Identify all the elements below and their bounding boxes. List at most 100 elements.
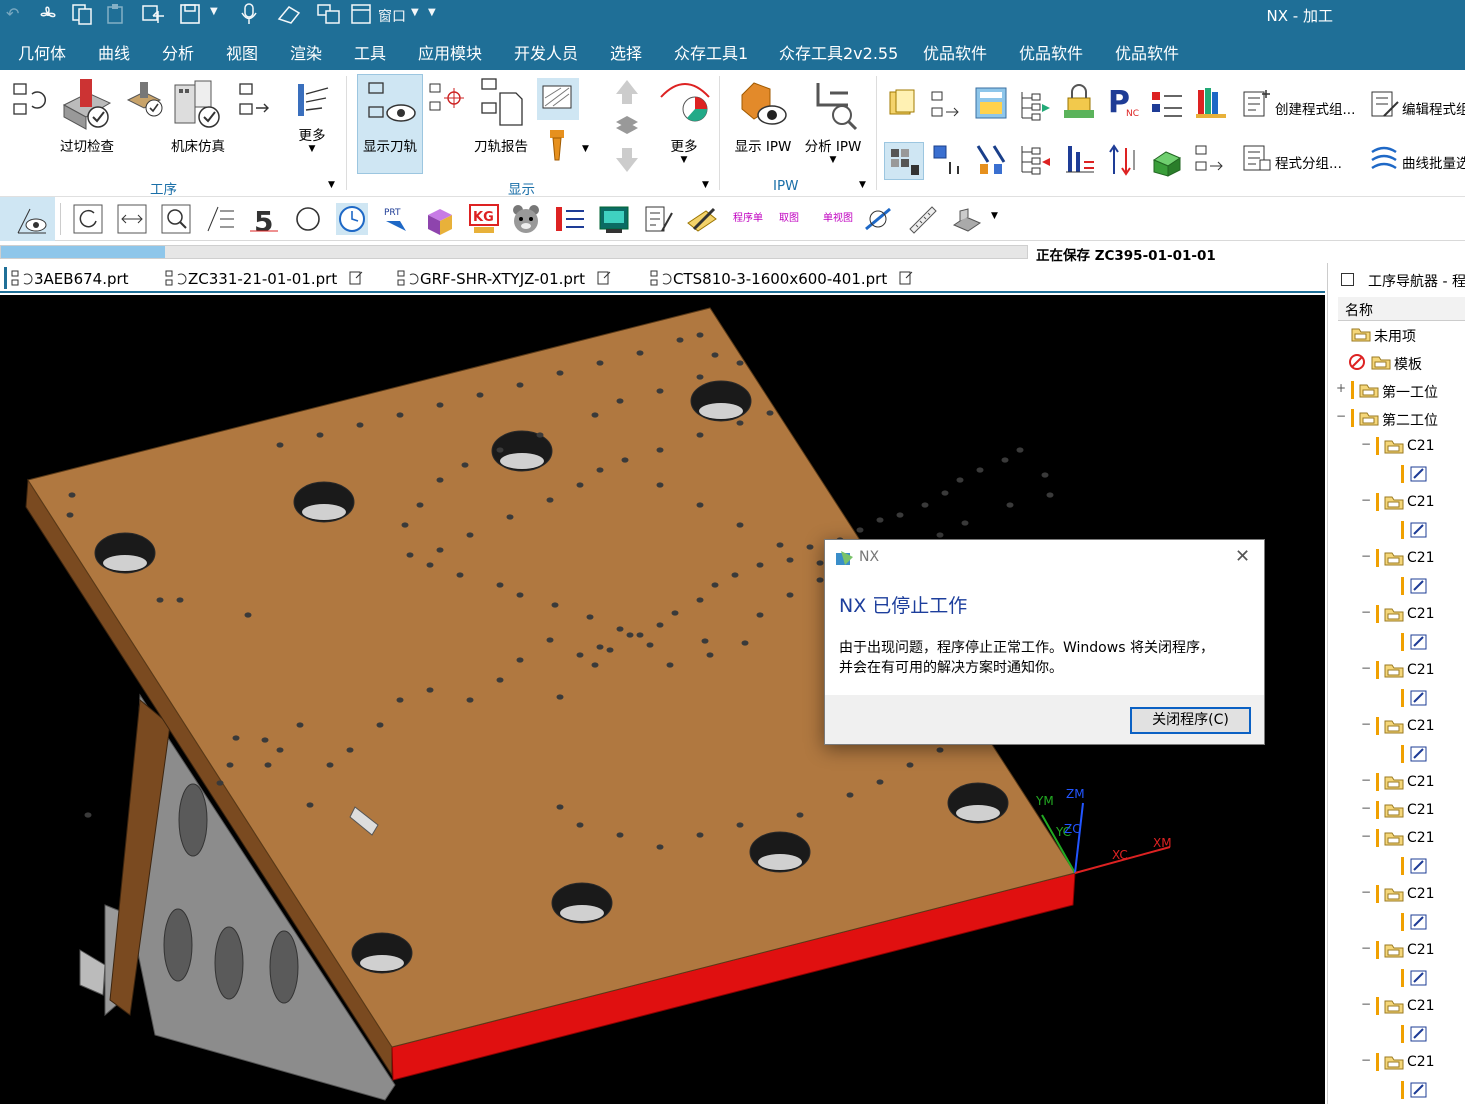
- tool-group-icon[interactable]: [930, 142, 964, 178]
- navigator-program-row[interactable]: − C21: [1328, 657, 1465, 685]
- pnc-icon[interactable]: PNC: [1106, 84, 1140, 120]
- edit-program-group-label[interactable]: 编辑程式组: [1402, 98, 1465, 118]
- tree-expand-icon[interactable]: [1018, 88, 1052, 122]
- tool-display-icon[interactable]: [544, 128, 570, 164]
- numbered-list-icon[interactable]: [204, 203, 236, 235]
- tree-toggle-icon[interactable]: −: [1361, 1053, 1371, 1067]
- group-operation-expand-icon[interactable]: ▼: [328, 180, 335, 190]
- windows-icon[interactable]: [316, 3, 342, 25]
- tree-toggle-icon[interactable]: −: [1361, 549, 1371, 563]
- navigator-operation-row[interactable]: [1328, 741, 1465, 769]
- five-axis-icon[interactable]: 5: [248, 203, 280, 235]
- menu-youpin-2[interactable]: 优品软件: [1019, 40, 1083, 64]
- fan-icon[interactable]: [36, 3, 60, 25]
- file-tab[interactable]: 3AEB674.prt: [10, 269, 129, 288]
- close-program-button[interactable]: 关闭程序(C): [1130, 707, 1251, 734]
- navigator-program-row[interactable]: − C21: [1328, 713, 1465, 741]
- navigator-operation-row[interactable]: [1328, 517, 1465, 545]
- tool-list-icon[interactable]: [554, 203, 586, 235]
- sticky-note-icon[interactable]: [886, 88, 918, 120]
- navigator-program-row[interactable]: − C21: [1328, 489, 1465, 517]
- window-menu[interactable]: 窗口: [378, 6, 406, 26]
- ruler-icon[interactable]: [906, 203, 938, 235]
- path-step-icon[interactable]: [612, 76, 642, 176]
- tree-toggle-icon[interactable]: −: [1361, 801, 1371, 815]
- menu-youpin-1[interactable]: 优品软件: [923, 40, 987, 64]
- circle-icon[interactable]: [292, 203, 324, 235]
- user-lock-icon[interactable]: [1062, 84, 1096, 120]
- analyze-ipw-button[interactable]: 分析 IPW ▼: [800, 75, 866, 165]
- tree-toggle-icon[interactable]: −: [1361, 997, 1371, 1011]
- navigator-operation-row[interactable]: [1328, 685, 1465, 713]
- verify-icon[interactable]: [124, 80, 166, 120]
- navigator-operation-row[interactable]: [1328, 1021, 1465, 1049]
- sort-bars-icon[interactable]: [1062, 142, 1096, 178]
- program-group-label[interactable]: 程式分组...: [1275, 152, 1342, 172]
- drill-group-icon[interactable]: [974, 142, 1008, 178]
- operation-export-icon[interactable]: [236, 80, 276, 120]
- measure-distance-icon[interactable]: [116, 203, 148, 235]
- menu-view[interactable]: 视图: [226, 40, 258, 64]
- navigator-column-header[interactable]: 名称: [1338, 297, 1465, 321]
- menu-developer[interactable]: 开发人员: [514, 40, 578, 64]
- save-icon[interactable]: [179, 3, 203, 25]
- tree-toggle-icon[interactable]: −: [1361, 437, 1371, 451]
- navigator-program-row[interactable]: 模板: [1328, 349, 1465, 377]
- pencil-sheet-icon[interactable]: [686, 203, 718, 235]
- calculator-icon[interactable]: [974, 86, 1008, 120]
- move-icon[interactable]: [140, 3, 166, 25]
- navigator-operation-row[interactable]: [1328, 629, 1465, 657]
- zoom-region-icon[interactable]: [160, 203, 192, 235]
- tree-toggle-icon[interactable]: −: [1361, 493, 1371, 507]
- window-icon[interactable]: [350, 3, 374, 25]
- operation-output-icon[interactable]: [930, 88, 962, 120]
- pick-shape-button[interactable]: 取图: [779, 209, 799, 224]
- menu-tools[interactable]: 工具: [354, 40, 386, 64]
- customize-dropdown-icon[interactable]: ▼: [428, 7, 436, 18]
- navigator-operation-row[interactable]: [1328, 573, 1465, 601]
- regenerate-icon[interactable]: [72, 203, 104, 235]
- close-icon[interactable]: ✕: [1235, 546, 1250, 567]
- blank-display-icon[interactable]: [537, 78, 579, 120]
- tree-toggle-icon[interactable]: −: [1361, 829, 1371, 843]
- navigator-program-row[interactable]: − C21: [1328, 545, 1465, 573]
- fit-view-icon[interactable]: [862, 203, 894, 235]
- menu-render[interactable]: 渲染: [290, 40, 322, 64]
- tree-toggle-icon[interactable]: −: [1336, 409, 1346, 423]
- navigator-program-row[interactable]: − C21: [1328, 1049, 1465, 1077]
- show-ipw-button[interactable]: 显示 IPW: [730, 75, 796, 155]
- menu-zhongcun-tools-2[interactable]: 众存工具2v2.55: [779, 40, 898, 64]
- operation-export-2-icon[interactable]: [1194, 142, 1228, 178]
- create-program-group-icon[interactable]: [1240, 88, 1272, 120]
- file-tab[interactable]: ZC331-21-01-01.prt: [164, 269, 364, 288]
- monitor-icon[interactable]: [598, 203, 630, 235]
- navigator-operation-row[interactable]: [1328, 461, 1465, 489]
- navigator-program-row[interactable]: 未用项: [1328, 321, 1465, 349]
- navigator-program-row[interactable]: − C21: [1328, 433, 1465, 461]
- kg-icon[interactable]: KG: [468, 203, 500, 235]
- tree-toggle-icon[interactable]: −: [1361, 605, 1371, 619]
- books-icon[interactable]: [1194, 84, 1228, 120]
- group-display-expand-icon[interactable]: ▼: [702, 180, 709, 190]
- green-block-icon[interactable]: [1150, 142, 1184, 178]
- create-program-group-label[interactable]: 创建程式组...: [1275, 98, 1355, 118]
- navigator-program-row[interactable]: − C21: [1328, 825, 1465, 853]
- navigator-program-row[interactable]: − C21: [1328, 769, 1465, 797]
- mold-block-icon[interactable]: [950, 203, 982, 235]
- navigator-program-row[interactable]: − C21: [1328, 601, 1465, 629]
- window-menu-dropdown-icon[interactable]: ▼: [411, 7, 419, 18]
- clock-icon[interactable]: [336, 203, 368, 235]
- eraser-icon[interactable]: [275, 3, 303, 25]
- show-hide-icon[interactable]: [16, 203, 48, 235]
- menu-application[interactable]: 应用模块: [418, 40, 482, 64]
- navigator-program-row[interactable]: − C21: [1328, 881, 1465, 909]
- toolpath-point-icon[interactable]: [428, 80, 466, 116]
- tree-toggle-icon[interactable]: −: [1361, 941, 1371, 955]
- tree-toggle-icon[interactable]: +: [1336, 381, 1346, 395]
- menu-geometry[interactable]: 几何体: [18, 40, 66, 64]
- tool-display-dropdown-icon[interactable]: ▼: [582, 144, 589, 154]
- single-view-button[interactable]: 单视图: [823, 209, 853, 224]
- navigator-pin-icon[interactable]: [1341, 273, 1354, 286]
- navigator-operation-row[interactable]: [1328, 965, 1465, 993]
- navigator-program-row[interactable]: − C21: [1328, 797, 1465, 825]
